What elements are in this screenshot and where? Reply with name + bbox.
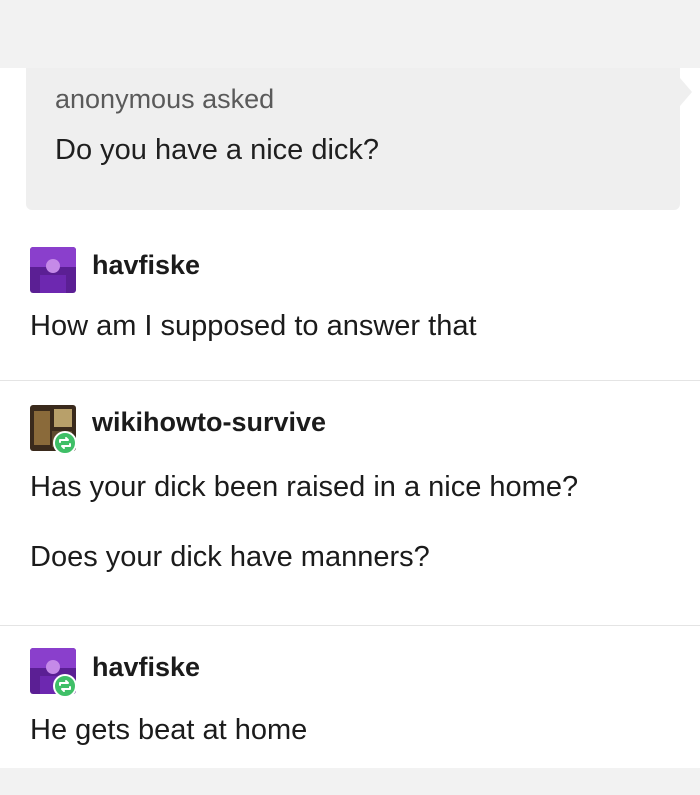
reply-username[interactable]: wikihowto-survive xyxy=(92,407,326,438)
reblog-icon xyxy=(53,431,77,455)
reply-text: Has your dick been raised in a nice home… xyxy=(30,471,579,503)
reply-havfiske-1: havfiske How am I supposed to answer tha… xyxy=(0,228,700,378)
ask-box: anonymous asked Do you have a nice dick? xyxy=(26,68,680,210)
reply-text: How am I supposed to answer that xyxy=(30,310,477,342)
reblog-icon xyxy=(53,674,77,698)
reply-text: Does your dick have manners? xyxy=(30,541,430,573)
ask-bubble-tail xyxy=(680,78,692,106)
ask-question: Do you have a nice dick? xyxy=(55,134,380,166)
tumblr-post: anonymous asked Do you have a nice dick?… xyxy=(0,68,700,768)
reply-username[interactable]: havfiske xyxy=(92,652,200,683)
reply-text: He gets beat at home xyxy=(30,714,308,746)
reply-havfiske-2: havfiske He gets beat at home xyxy=(0,625,700,769)
avatar-havfiske[interactable] xyxy=(30,247,76,293)
ask-asker: anonymous asked xyxy=(55,84,275,114)
reply-wikihowto-survive: wikihowto-survive Has your dick been rai… xyxy=(0,380,700,621)
reply-username[interactable]: havfiske xyxy=(92,250,200,281)
